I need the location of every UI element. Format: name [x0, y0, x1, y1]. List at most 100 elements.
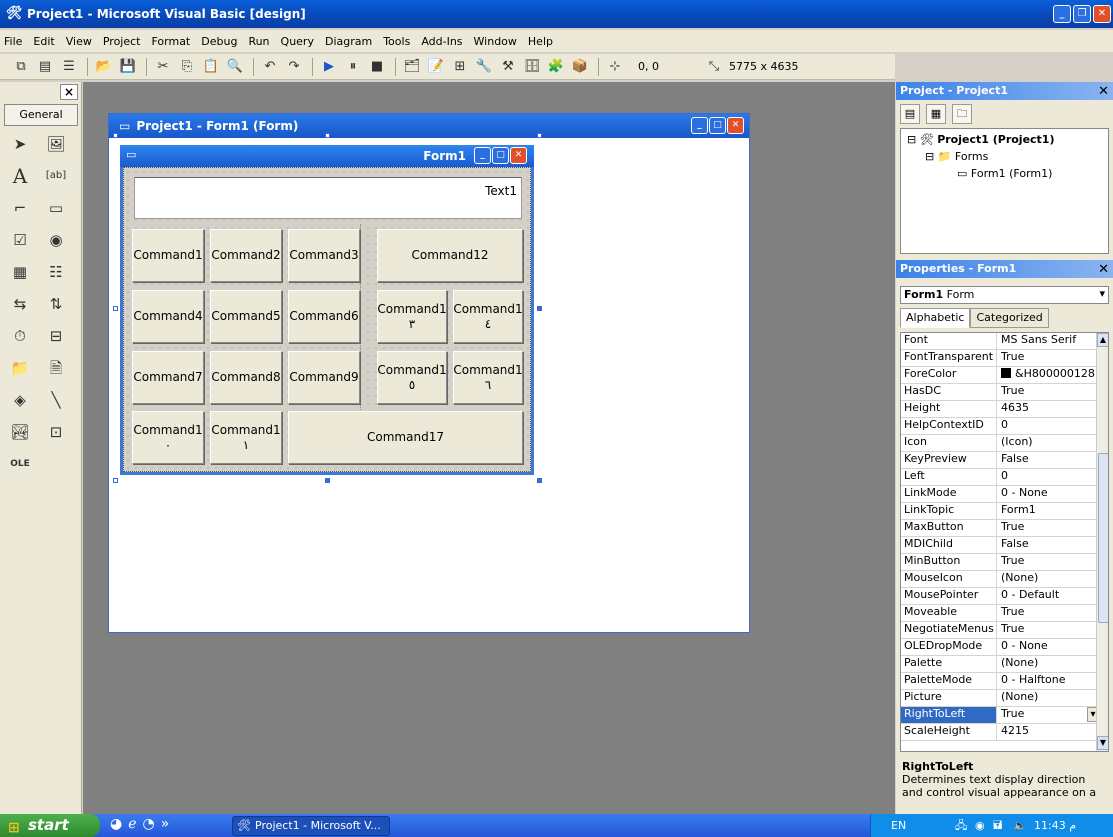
property-row[interactable]: MDIChild False	[901, 537, 1101, 554]
listbox-tool-icon[interactable]: ☷	[42, 258, 70, 286]
toggle-folders-icon[interactable]: 🗀	[952, 104, 972, 124]
property-value[interactable]: (Icon)	[998, 435, 1101, 451]
property-row[interactable]: LinkMode 0 - None	[901, 486, 1101, 503]
cut-icon[interactable]: ✂	[152, 57, 174, 77]
resize-handle[interactable]	[325, 133, 330, 138]
image-tool-icon[interactable]: 🏞	[6, 418, 34, 446]
view-object-icon[interactable]: ▦	[926, 104, 946, 124]
property-value[interactable]: 0 - Halftone	[998, 673, 1101, 689]
property-value[interactable]: 0 - None	[998, 486, 1101, 502]
property-value[interactable]: True	[998, 554, 1101, 570]
property-row[interactable]: MaxButton True	[901, 520, 1101, 537]
dirlistbox-tool-icon[interactable]: 📁	[6, 354, 34, 382]
data-tool-icon[interactable]: ⊡	[42, 418, 70, 446]
command9-button[interactable]: Command9	[288, 351, 360, 404]
redo-icon[interactable]: ↷	[283, 57, 305, 77]
form-layout-icon[interactable]: ⊞	[449, 57, 471, 77]
project-explorer-close-icon[interactable]: ✕	[1098, 83, 1109, 101]
object-selector-dropdown[interactable]: Form1 Form ▾	[900, 286, 1109, 304]
hscrollbar-tool-icon[interactable]: ⇆	[6, 290, 34, 318]
ole-tool-icon[interactable]: OLE	[6, 450, 34, 478]
property-row[interactable]: PaletteMode 0 - Halftone	[901, 673, 1101, 690]
property-row[interactable]: MinButton True	[901, 554, 1101, 571]
firefox-icon[interactable]: ◕	[110, 816, 122, 832]
command3-button[interactable]: Command3	[288, 229, 360, 282]
project-explorer-title-bar[interactable]: Project - Project1 ✕	[896, 82, 1113, 100]
volume-icon[interactable]: 🔈	[1013, 814, 1027, 837]
form1[interactable]: ▭ Form1 _ □ ✕ Text1 Command1 Command2 Co…	[120, 145, 534, 475]
property-row[interactable]: NegotiateMenus True	[901, 622, 1101, 639]
menu-run[interactable]: Run	[248, 35, 269, 48]
checkbox-tool-icon[interactable]: ☑	[6, 226, 34, 254]
property-value[interactable]: 4215	[998, 724, 1101, 740]
quick-launch-chevron-icon[interactable]: »	[161, 816, 170, 832]
properties-window-icon[interactable]: 📝	[425, 57, 447, 77]
frame-tool-icon[interactable]: ⌐	[6, 194, 34, 222]
object-browser-icon[interactable]: 🔧	[473, 57, 495, 77]
resize-handle[interactable]	[113, 133, 118, 138]
security-icon[interactable]: ◉	[975, 814, 985, 837]
menu-project[interactable]: Project	[103, 35, 141, 48]
break-icon[interactable]: ⏸	[342, 57, 364, 77]
menu-window[interactable]: Window	[474, 35, 517, 48]
designer-maximize-button[interactable]: □	[709, 117, 726, 134]
toolbox-icon[interactable]: ⚒	[497, 57, 519, 77]
form1-client-area[interactable]: Text1 Command1 Command2 Command3 Command…	[123, 167, 531, 472]
close-button[interactable]: ✕	[1093, 5, 1111, 23]
menu-editor-icon[interactable]: ☰	[58, 57, 80, 77]
designer-title-bar[interactable]: ▭ Project1 - Form1 (Form) _ □ ✕	[109, 114, 749, 138]
tree-node-project[interactable]: ⊟ 🛠 Project1 (Project1)	[907, 133, 1055, 146]
property-row[interactable]: Palette (None)	[901, 656, 1101, 673]
picturebox-tool-icon[interactable]: 🖼	[42, 130, 70, 158]
property-grid-scrollbar[interactable]: ▲ ▼	[1096, 333, 1108, 751]
toolbox-general-tab[interactable]: General	[4, 104, 78, 126]
form1-maximize-button[interactable]: □	[492, 147, 509, 164]
command14-button[interactable]: Command1 ٤	[453, 290, 523, 343]
property-row[interactable]: ForeColor &H800000128	[901, 367, 1101, 384]
property-value[interactable]: (None)	[998, 571, 1101, 587]
property-value[interactable]: 0 - Default	[998, 588, 1101, 604]
project-explorer-icon[interactable]: 🗂	[401, 57, 423, 77]
add-form-icon[interactable]: ▤	[34, 57, 56, 77]
timer-tool-icon[interactable]: ⏱	[6, 322, 34, 350]
form1-close-button[interactable]: ✕	[510, 147, 527, 164]
property-value[interactable]: True	[998, 605, 1101, 621]
property-value[interactable]: &H800000128	[998, 367, 1101, 383]
tab-alphabetic[interactable]: Alphabetic	[900, 308, 971, 328]
scrollbar-thumb[interactable]	[1098, 453, 1108, 623]
property-value[interactable]: False	[998, 537, 1101, 553]
property-row[interactable]: Picture (None)	[901, 690, 1101, 707]
tab-categorized[interactable]: Categorized	[970, 308, 1049, 328]
restore-button[interactable]: ❐	[1073, 5, 1091, 23]
combobox-tool-icon[interactable]: ▦	[6, 258, 34, 286]
property-value[interactable]: True	[998, 707, 1101, 723]
property-value[interactable]: 0 - None	[998, 639, 1101, 655]
resize-handle[interactable]	[113, 478, 118, 483]
designer-close-button[interactable]: ✕	[727, 117, 744, 134]
command7-button[interactable]: Command7	[132, 351, 204, 404]
text1-textbox[interactable]: Text1	[134, 177, 522, 219]
command1-button[interactable]: Command1	[132, 229, 204, 282]
add-project-icon[interactable]: ⧉	[10, 57, 32, 77]
menu-help[interactable]: Help	[528, 35, 553, 48]
menu-edit[interactable]: Edit	[33, 35, 54, 48]
drivelistbox-tool-icon[interactable]: ⊟	[42, 322, 70, 350]
designer-minimize-button[interactable]: _	[691, 117, 708, 134]
start-icon[interactable]: ▶	[318, 57, 340, 77]
property-value[interactable]: True	[998, 350, 1101, 366]
copy-icon[interactable]: ⎘	[176, 57, 198, 77]
paste-icon[interactable]: 📋	[200, 57, 222, 77]
resize-handle[interactable]	[325, 478, 330, 483]
property-row[interactable]: OLEDropMode 0 - None	[901, 639, 1101, 656]
resize-handle[interactable]	[113, 306, 118, 311]
property-value[interactable]: 4635	[998, 401, 1101, 417]
menu-query[interactable]: Query	[281, 35, 314, 48]
filelistbox-tool-icon[interactable]: 🗎	[42, 354, 70, 382]
textbox-tool-icon[interactable]: [ab]	[42, 162, 70, 190]
form1-minimize-button[interactable]: _	[474, 147, 491, 164]
open-project-icon[interactable]: 📂	[93, 57, 115, 77]
pointer-tool-icon[interactable]: ➤	[6, 130, 34, 158]
form1-title-bar[interactable]: ▭ Form1 _ □ ✕	[120, 145, 534, 167]
scroll-up-icon[interactable]: ▲	[1097, 333, 1108, 347]
minimize-button[interactable]: _	[1053, 5, 1071, 23]
